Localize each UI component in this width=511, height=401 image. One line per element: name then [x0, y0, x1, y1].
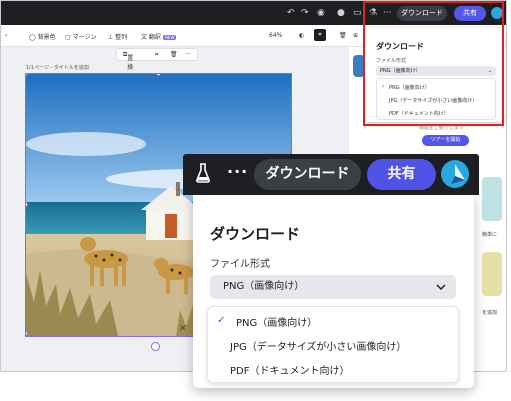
option-png[interactable]: PNG（画像向け）: [236, 314, 317, 329]
flask-icon[interactable]: ⚗: [369, 7, 377, 19]
replace-button[interactable]: ⧉ 置換: [123, 51, 133, 71]
format-options: ✓ PNG（画像向け） JPG（データサイズが小さい画像向け） PDF（ドキュメ…: [376, 78, 496, 120]
page-title[interactable]: 1/1ページ - タイトルを追加: [26, 64, 89, 71]
trash-icon[interactable]: 🗑: [339, 32, 347, 39]
add-icon[interactable]: ⊕: [353, 32, 358, 39]
option-pdf[interactable]: PDF（ドキュメント向け）: [230, 362, 349, 377]
toolbar-item-label: 翻訳: [148, 34, 161, 41]
check-icon: ✓: [381, 84, 386, 90]
panel-text: 簡単に: [482, 232, 498, 238]
file-format-options: ✓ PNG（画像向け） JPG（データサイズが小さい画像向け） PDF（ドキュメ…: [207, 306, 459, 383]
template-card[interactable]: [482, 252, 502, 296]
more-icon[interactable]: ···: [227, 162, 248, 181]
more-icon[interactable]: ···: [185, 51, 191, 58]
toolbar-translate[interactable]: 文 翻訳 NEW: [141, 32, 177, 41]
panel-text: を追加: [482, 310, 498, 316]
more-icon[interactable]: ···: [383, 7, 392, 19]
check-icon: ✓: [217, 315, 226, 326]
top-bar: ↶ ↷ ◉ ● ▭ ⚗ ··· ダウンロード 共有: [1, 1, 506, 25]
download-button-zoomed[interactable]: ダウンロード: [254, 159, 361, 190]
toolbar-item-label: マージン: [72, 34, 97, 41]
toolbar-item-label: 整列: [115, 34, 128, 41]
toolbar-prev-icon[interactable]: ›: [5, 32, 7, 39]
toolbar-align[interactable]: ⊥ 整列: [108, 32, 127, 41]
thumbnail[interactable]: [353, 55, 365, 77]
dropdown-title: ダウンロード: [376, 42, 424, 51]
close-icon[interactable]: ✕: [179, 324, 187, 334]
download-dropdown-small: ダウンロード ファイル形式 PNG（画像向け） ⌄ ✓ PNG（画像向け） JP…: [365, 28, 505, 122]
share-button-zoomed[interactable]: 共有: [367, 159, 436, 190]
layers-icon[interactable]: ◐: [299, 32, 304, 39]
panel-intro-text: 機能をご紹介します: [419, 125, 465, 131]
delete-icon[interactable]: 🗑: [170, 51, 178, 58]
template-card[interactable]: [482, 177, 502, 221]
file-format-select[interactable]: PNG（画像向け）: [210, 275, 456, 299]
undo-icon[interactable]: ↶: [287, 7, 295, 19]
file-format-label: ファイル形式: [210, 259, 270, 270]
replace-label: 置換: [127, 55, 134, 71]
format-select[interactable]: PNG（画像向け） ⌄: [376, 66, 496, 76]
avatar[interactable]: [441, 160, 469, 188]
new-badge: NEW: [162, 35, 177, 40]
user-add-icon[interactable]: ◉: [317, 7, 325, 19]
flask-icon[interactable]: [196, 163, 210, 187]
comment-icon[interactable]: ▭: [353, 7, 362, 19]
zoom-level[interactable]: 64%: [269, 32, 282, 39]
chevron-down-icon: [436, 275, 446, 309]
redo-icon[interactable]: ↷: [301, 7, 309, 19]
zoomed-top-bar: ··· ダウンロード 共有: [183, 154, 479, 195]
rotate-handle[interactable]: [151, 342, 160, 351]
grid-icon[interactable]: ⌗: [314, 29, 326, 41]
option-jpg[interactable]: JPG（データサイズが小さい画像向け）: [230, 338, 406, 353]
pin-icon[interactable]: ●: [337, 7, 345, 19]
screenshot-root: ↶ ↷ ◉ ● ▭ ⚗ ··· ダウンロード 共有 › ◯ 背景色 ▢ マージン…: [0, 0, 511, 401]
toolbar-item-label: 背景色: [37, 34, 56, 41]
download-panel-zoomed: ダウンロード ファイル形式 PNG（画像向け） ✓ PNG（画像向け） JPG（…: [193, 195, 474, 388]
select-value: PNG（画像向け）: [380, 68, 421, 74]
chevron-down-icon: ⌄: [487, 68, 492, 74]
avatar[interactable]: [491, 7, 503, 19]
format-label: ファイル形式: [376, 58, 407, 64]
crop-icon[interactable]: ⌗: [155, 51, 158, 59]
format-option[interactable]: PDF（ドキュメント向け）: [389, 110, 449, 117]
format-option[interactable]: PNG（画像向け）: [389, 84, 430, 91]
format-option[interactable]: JPG（データサイズが小さい画像向け）: [389, 97, 477, 104]
share-button[interactable]: 共有: [454, 6, 486, 21]
download-button[interactable]: ダウンロード: [397, 6, 447, 21]
select-value: PNG（画像向け）: [223, 281, 305, 292]
start-tour-button[interactable]: ツアーを開始: [422, 135, 469, 146]
toolbar-margin[interactable]: ▢ マージン: [65, 32, 96, 41]
panel-title: ダウンロード: [210, 225, 301, 243]
toolbar-background-color[interactable]: ◯ 背景色: [29, 32, 56, 41]
floating-toolbar: ⧉ 置換 ⌗ 🗑 ···: [116, 48, 198, 71]
